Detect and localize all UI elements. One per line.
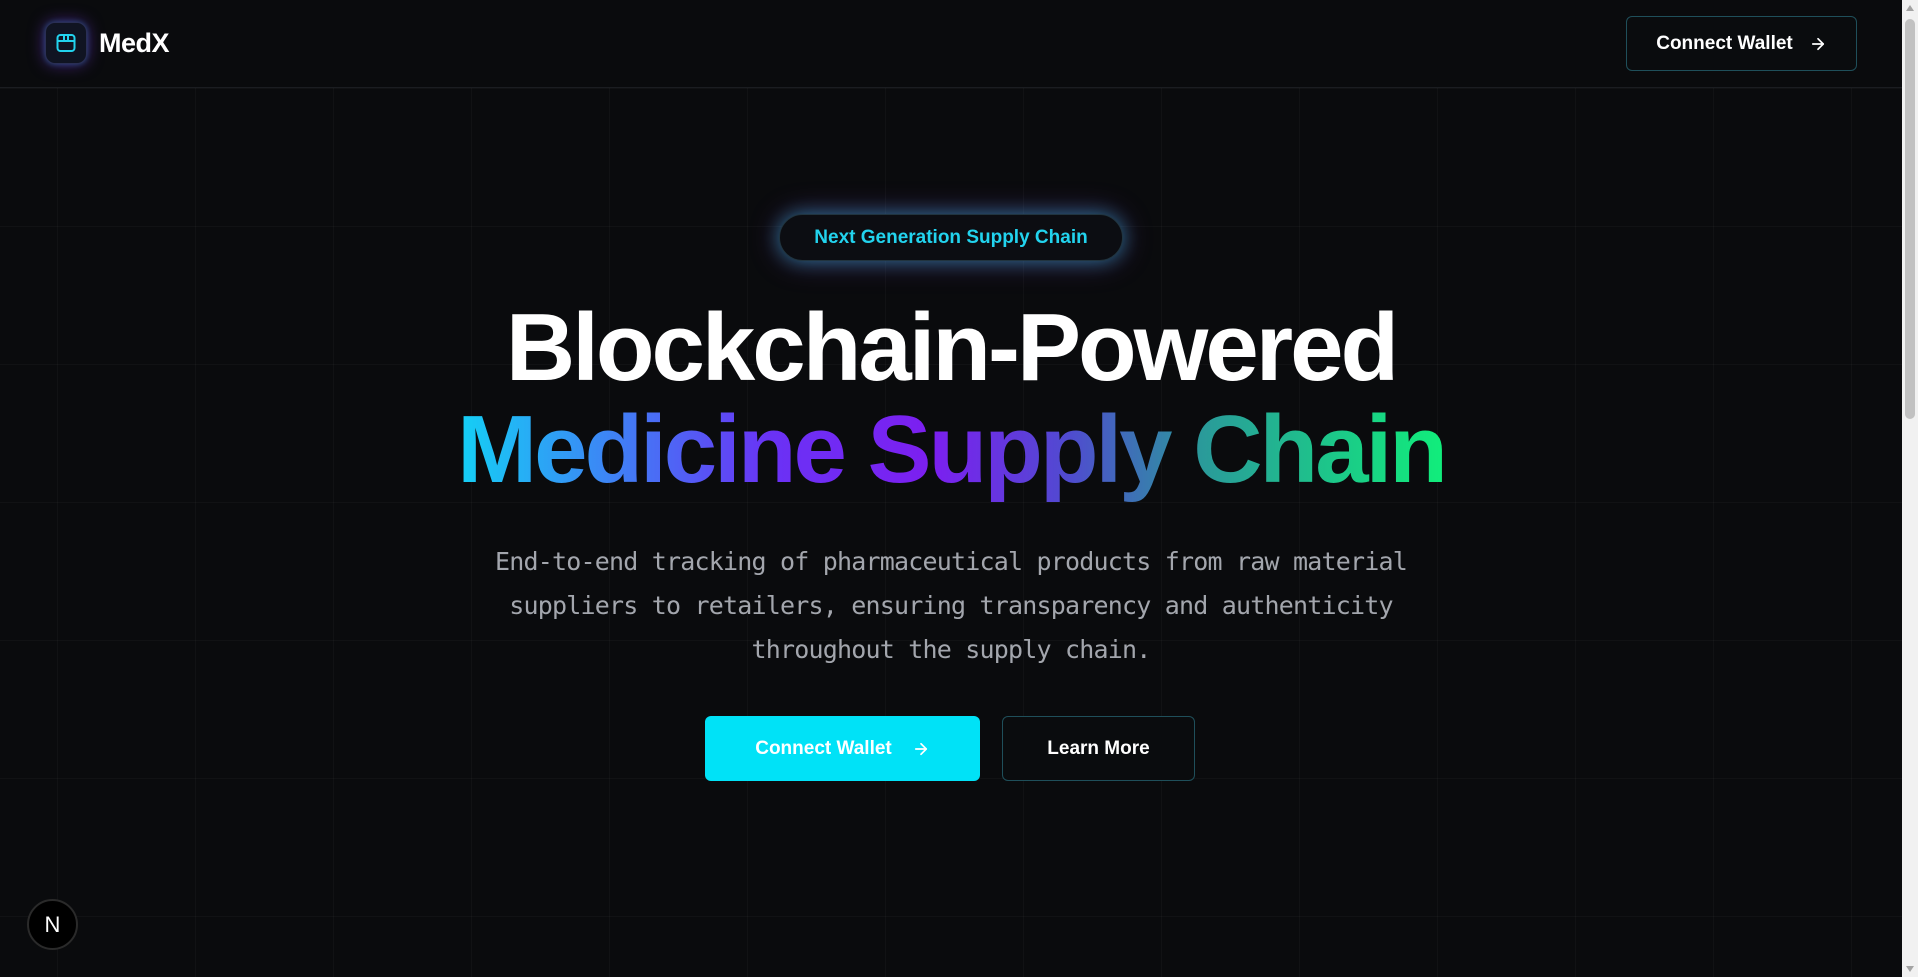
learn-more-button[interactable]: Learn More	[1002, 716, 1195, 781]
scroll-up-arrow-icon[interactable]	[1906, 5, 1914, 11]
scrollbar-thumb[interactable]	[1905, 19, 1915, 419]
hero-badge: Next Generation Supply Chain	[779, 214, 1123, 261]
hero-connect-wallet-label: Connect Wallet	[755, 737, 892, 759]
top-nav: MedX Connect Wallet	[0, 0, 1902, 88]
hero-connect-wallet-button[interactable]: Connect Wallet	[705, 716, 980, 781]
arrow-right-icon	[912, 740, 930, 758]
hero-headline-gradient-text: Medicine Supply Chain	[451, 396, 1451, 503]
hero-headline-line1: Blockchain-Powered	[505, 294, 1399, 401]
package-icon	[45, 22, 87, 64]
header-connect-wallet-button[interactable]: Connect Wallet	[1626, 16, 1857, 71]
hero-headline-line2: Medicine Supply Chain	[0, 402, 1902, 498]
arrow-right-icon	[1809, 35, 1827, 53]
nextjs-dev-indicator[interactable]: N	[27, 899, 78, 950]
header-connect-wallet-label: Connect Wallet	[1656, 32, 1793, 54]
brand-logo[interactable]: MedX	[45, 22, 170, 64]
scroll-down-arrow-icon[interactable]	[1906, 966, 1914, 972]
brand-name: MedX	[99, 27, 170, 58]
page-scrollbar[interactable]	[1902, 0, 1918, 977]
nextjs-icon: N	[44, 911, 61, 937]
hero-subtitle: End-to-end tracking of pharmaceutical pr…	[494, 547, 1408, 664]
